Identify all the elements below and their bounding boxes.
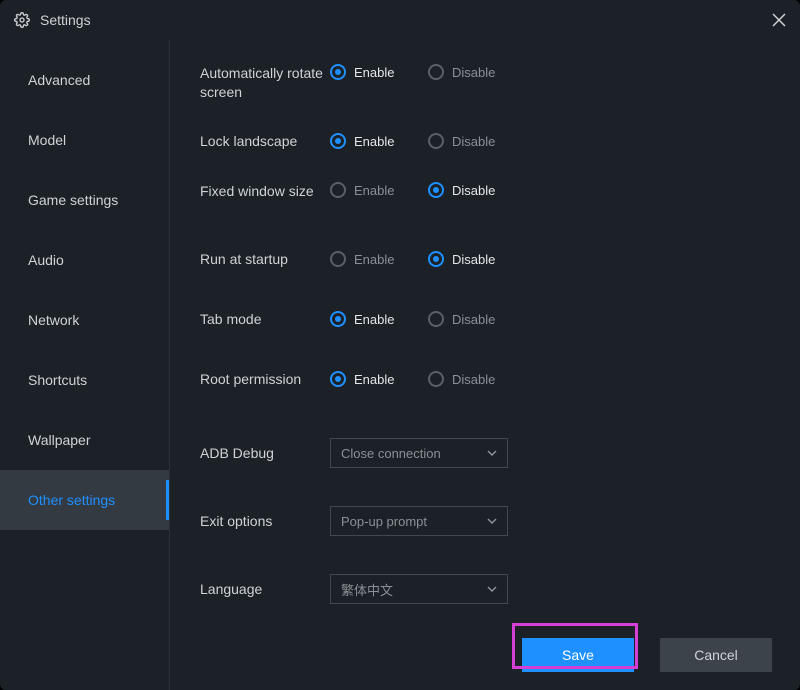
radio-lock-disable[interactable]: Disable (428, 133, 516, 149)
setting-label: Fixed window size (200, 182, 330, 201)
titlebar: Settings (0, 0, 800, 40)
save-button[interactable]: Save (522, 638, 634, 672)
footer: Save Cancel (170, 620, 800, 690)
sidebar-item-wallpaper[interactable]: Wallpaper (0, 410, 169, 470)
radio-label: Disable (452, 372, 495, 387)
sidebar-item-game-settings[interactable]: Game settings (0, 170, 169, 230)
settings-window: Settings Advanced Model Game settings Au… (0, 0, 800, 690)
window-title: Settings (40, 12, 772, 28)
sidebar-item-shortcuts[interactable]: Shortcuts (0, 350, 169, 410)
sidebar-item-network[interactable]: Network (0, 290, 169, 350)
sidebar-item-label: Audio (28, 252, 64, 268)
radio-lock-enable[interactable]: Enable (330, 133, 418, 149)
setting-row-adb: ADB Debug Close connection (200, 430, 770, 476)
setting-label: Root permission (200, 370, 330, 389)
radio-label: Enable (354, 183, 394, 198)
radio-label: Enable (354, 65, 394, 80)
radio-icon (428, 251, 444, 267)
chevron-down-icon (487, 518, 497, 524)
radio-icon (330, 371, 346, 387)
sidebar-item-label: Game settings (28, 192, 118, 208)
select-exit[interactable]: Pop-up prompt (330, 506, 508, 536)
radio-label: Disable (452, 65, 495, 80)
radio-startup-enable[interactable]: Enable (330, 251, 418, 267)
settings-content: Automatically rotate screen Enable Disab… (170, 40, 800, 620)
cancel-button[interactable]: Cancel (660, 638, 772, 672)
radio-label: Disable (452, 312, 495, 327)
setting-row-language: Language 繁体中文 (200, 566, 770, 612)
setting-row-tabmode: Tab mode Enable Disable (200, 296, 770, 342)
radio-icon (428, 371, 444, 387)
sidebar-item-advanced[interactable]: Advanced (0, 50, 169, 110)
setting-row-lock: Lock landscape Enable Disable (200, 118, 770, 164)
chevron-down-icon (487, 450, 497, 456)
radio-icon (428, 64, 444, 80)
setting-label: Tab mode (200, 310, 330, 329)
radio-label: Disable (452, 183, 495, 198)
setting-label: Lock landscape (200, 132, 330, 151)
radio-icon (330, 182, 346, 198)
button-label: Save (562, 647, 594, 663)
chevron-down-icon (487, 586, 497, 592)
setting-row-startup: Run at startup Enable Disable (200, 236, 770, 282)
setting-row-exit: Exit options Pop-up prompt (200, 498, 770, 544)
setting-row-rotate: Automatically rotate screen Enable Disab… (200, 60, 770, 118)
sidebar-item-other-settings[interactable]: Other settings (0, 470, 169, 530)
radio-icon (428, 133, 444, 149)
gear-icon (14, 12, 30, 28)
radio-tabmode-enable[interactable]: Enable (330, 311, 418, 327)
radio-icon (428, 182, 444, 198)
sidebar-item-label: Model (28, 132, 66, 148)
radio-label: Disable (452, 252, 495, 267)
radio-rotate-disable[interactable]: Disable (428, 64, 516, 80)
radio-rotate-enable[interactable]: Enable (330, 64, 418, 80)
sidebar-item-label: Network (28, 312, 79, 328)
setting-row-fixedsize: Fixed window size Enable Disable (200, 178, 770, 236)
radio-icon (330, 64, 346, 80)
setting-row-root: Root permission Enable Disable (200, 356, 770, 402)
close-icon[interactable] (772, 13, 786, 27)
sidebar-item-audio[interactable]: Audio (0, 230, 169, 290)
sidebar-item-label: Advanced (28, 72, 90, 88)
select-value: Pop-up prompt (341, 514, 427, 529)
button-label: Cancel (694, 647, 738, 663)
sidebar-item-model[interactable]: Model (0, 110, 169, 170)
select-adb[interactable]: Close connection (330, 438, 508, 468)
radio-label: Enable (354, 372, 394, 387)
radio-icon (330, 251, 346, 267)
select-value: Close connection (341, 446, 441, 461)
radio-fixedsize-disable[interactable]: Disable (428, 182, 516, 198)
setting-label: Language (200, 580, 330, 599)
sidebar: Advanced Model Game settings Audio Netwo… (0, 40, 170, 690)
radio-startup-disable[interactable]: Disable (428, 251, 516, 267)
sidebar-item-label: Wallpaper (28, 432, 91, 448)
setting-label: Exit options (200, 512, 330, 531)
radio-icon (428, 311, 444, 327)
radio-tabmode-disable[interactable]: Disable (428, 311, 516, 327)
radio-root-disable[interactable]: Disable (428, 371, 516, 387)
select-value: 繁体中文 (341, 580, 393, 599)
radio-root-enable[interactable]: Enable (330, 371, 418, 387)
setting-label: Run at startup (200, 250, 330, 269)
setting-label: Automatically rotate screen (200, 64, 330, 102)
sidebar-item-label: Other settings (28, 492, 115, 508)
select-language[interactable]: 繁体中文 (330, 574, 508, 604)
setting-label: ADB Debug (200, 444, 330, 463)
radio-label: Disable (452, 134, 495, 149)
radio-label: Enable (354, 312, 394, 327)
radio-fixedsize-enable[interactable]: Enable (330, 182, 418, 198)
sidebar-item-label: Shortcuts (28, 372, 87, 388)
radio-label: Enable (354, 252, 394, 267)
radio-label: Enable (354, 134, 394, 149)
radio-icon (330, 311, 346, 327)
radio-icon (330, 133, 346, 149)
